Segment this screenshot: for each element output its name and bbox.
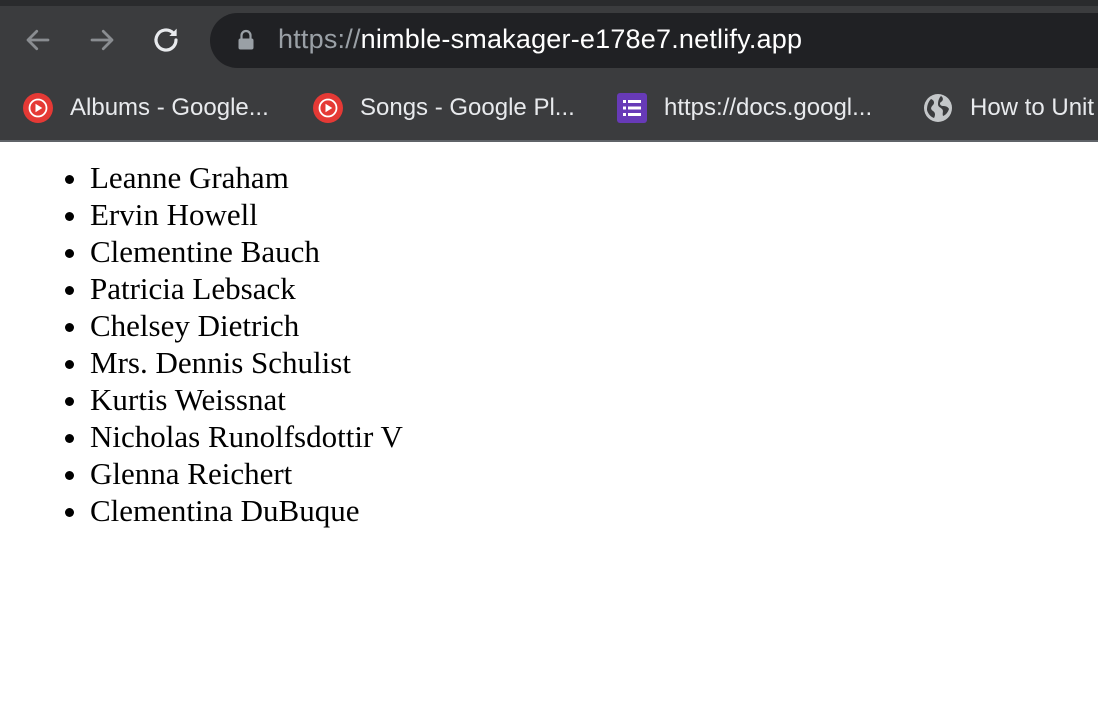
page-content: Leanne Graham Ervin Howell Clementine Ba… — [0, 142, 1098, 706]
list-item: Clementine Bauch — [90, 233, 403, 270]
user-list: Leanne Graham Ervin Howell Clementine Ba… — [90, 159, 403, 529]
bookmark-albums[interactable]: Albums - Google... — [22, 90, 269, 126]
tab-strip — [0, 0, 1098, 6]
youtube-music-icon — [22, 92, 54, 124]
globe-icon — [922, 92, 954, 124]
list-item: Patricia Lebsack — [90, 270, 403, 307]
address-bar[interactable]: https://nimble-smakager-e178e7.netlify.a… — [210, 13, 1098, 68]
list-item: Glenna Reichert — [90, 455, 403, 492]
back-button[interactable] — [16, 18, 60, 62]
list-item: Leanne Graham — [90, 159, 403, 196]
bookmark-label: Songs - Google Pl... — [360, 94, 575, 121]
bookmark-label: https://docs.googl... — [664, 94, 873, 121]
bookmark-label: How to Unit — [970, 94, 1095, 121]
list-item: Nicholas Runolfsdottir V — [90, 418, 403, 455]
list-item: Ervin Howell — [90, 196, 403, 233]
bookmark-google-forms[interactable]: https://docs.googl... — [616, 90, 872, 126]
bookmark-how-to-unit[interactable]: How to Unit — [922, 90, 1094, 126]
url-scheme: https:// — [278, 24, 361, 54]
google-forms-icon — [616, 92, 648, 124]
list-item: Clementina DuBuque — [90, 492, 403, 529]
bookmark-songs[interactable]: Songs - Google Pl... — [312, 90, 575, 126]
bookmark-label: Albums - Google... — [70, 94, 269, 121]
list-item: Mrs. Dennis Schulist — [90, 344, 403, 381]
reload-button[interactable] — [144, 18, 188, 62]
url-host: nimble-smakager-e178e7.netlify.app — [360, 24, 803, 54]
list-item: Kurtis Weissnat — [90, 381, 403, 418]
lock-icon[interactable] — [236, 29, 256, 51]
reload-icon — [154, 28, 178, 52]
arrow-right-icon — [90, 29, 114, 51]
url-text[interactable]: https://nimble-smakager-e178e7.netlify.a… — [278, 24, 802, 55]
youtube-music-icon — [312, 92, 344, 124]
forward-button[interactable] — [80, 18, 124, 62]
list-item: Chelsey Dietrich — [90, 307, 403, 344]
arrow-left-icon — [26, 29, 50, 51]
bookmarks-bar: Albums - Google... Songs - Google Pl... — [0, 78, 1098, 140]
browser-chrome: https://nimble-smakager-e178e7.netlify.a… — [0, 0, 1098, 142]
